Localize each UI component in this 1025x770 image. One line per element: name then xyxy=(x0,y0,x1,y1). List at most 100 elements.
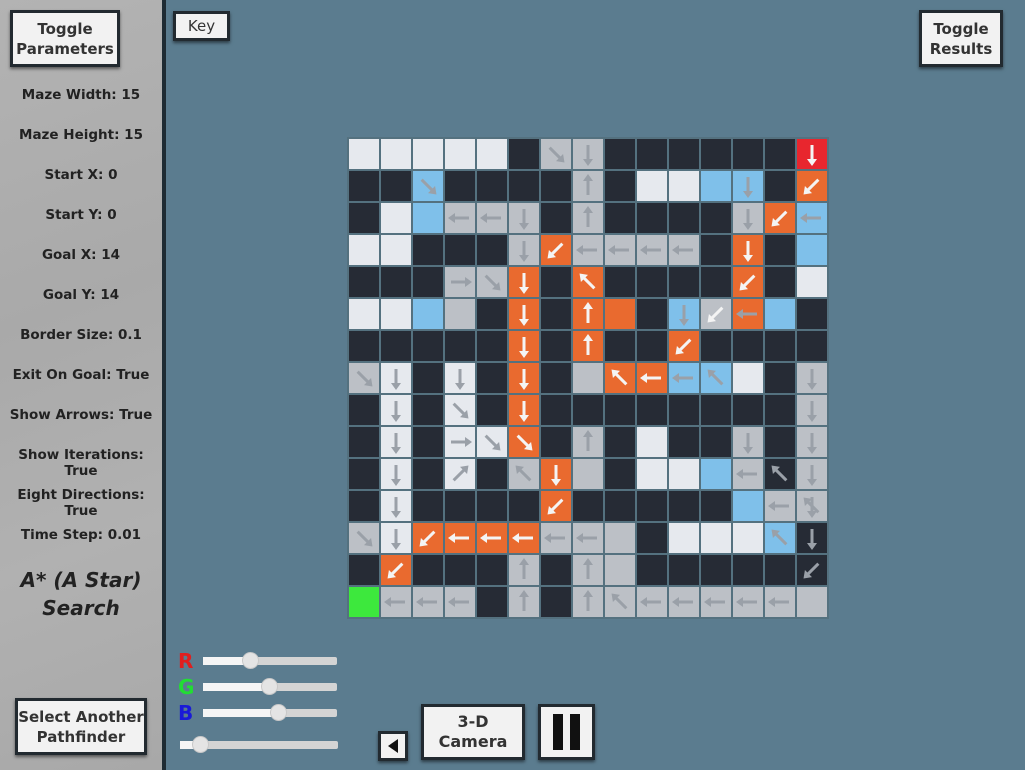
color-slider-b[interactable] xyxy=(203,704,337,721)
explored-cell xyxy=(573,555,603,585)
explored-cell xyxy=(349,363,379,393)
wall-cell xyxy=(669,267,699,297)
wall-free-cell xyxy=(381,523,411,553)
pause-icon xyxy=(552,714,580,750)
wall-cell xyxy=(541,427,571,457)
explored-cell xyxy=(733,587,763,617)
wall-free-cell xyxy=(797,267,827,297)
wall-cell xyxy=(701,395,731,425)
path-cell xyxy=(733,267,763,297)
parameter-label: Start X: 0 xyxy=(44,167,118,183)
explored-cell xyxy=(637,587,667,617)
explored-cell xyxy=(573,459,603,489)
path-cell xyxy=(541,235,571,265)
wall-free-cell xyxy=(477,139,507,169)
wall-free-cell xyxy=(349,139,379,169)
wall-free-cell xyxy=(477,427,507,457)
color-slider-r[interactable] xyxy=(203,652,337,669)
slider-knob[interactable] xyxy=(270,704,288,721)
wall-cell xyxy=(413,427,443,457)
explored-cell xyxy=(797,427,827,457)
frontier-cell xyxy=(765,299,795,329)
wall-cell xyxy=(477,491,507,521)
wall-free-cell xyxy=(381,491,411,521)
frontier-cell xyxy=(413,203,443,233)
wall-free-cell xyxy=(637,459,667,489)
wall-cell xyxy=(669,427,699,457)
path-cell xyxy=(541,491,571,521)
explored-cell xyxy=(701,587,731,617)
path-cell xyxy=(573,299,603,329)
wall-free-cell xyxy=(381,395,411,425)
frontier-cell xyxy=(701,171,731,201)
wall-cell xyxy=(701,427,731,457)
key-button[interactable]: Key xyxy=(173,11,230,41)
wall-cell xyxy=(701,267,731,297)
wall-cell xyxy=(349,427,379,457)
wall-cell xyxy=(541,299,571,329)
explored-cell xyxy=(573,363,603,393)
slider-knob[interactable] xyxy=(260,678,278,695)
wall-cell xyxy=(637,203,667,233)
speed-slider[interactable] xyxy=(180,736,338,753)
path-cell xyxy=(733,299,763,329)
3d-camera-button[interactable]: 3-D Camera xyxy=(421,704,525,760)
wall-cell xyxy=(637,523,667,553)
wall-cell xyxy=(477,171,507,201)
parameter-label: Eight Directions: True xyxy=(17,487,145,519)
frontier-cell xyxy=(669,363,699,393)
wall-cell xyxy=(381,171,411,201)
explored-cell xyxy=(765,587,795,617)
frontier-cell xyxy=(797,235,827,265)
path-cell xyxy=(573,267,603,297)
wall-free-cell xyxy=(445,459,475,489)
wall-cell xyxy=(733,395,763,425)
wall-cell xyxy=(701,555,731,585)
back-button[interactable] xyxy=(378,731,408,761)
pause-button[interactable] xyxy=(538,704,595,760)
explored-cell xyxy=(349,523,379,553)
wall-cell xyxy=(477,395,507,425)
wall-free-cell xyxy=(733,523,763,553)
wall-free-cell xyxy=(381,459,411,489)
explored-cell xyxy=(797,587,827,617)
wall-cell xyxy=(381,267,411,297)
wall-cell xyxy=(413,395,443,425)
wall-free-cell xyxy=(445,427,475,457)
wall-cell xyxy=(541,395,571,425)
wall-cell xyxy=(477,331,507,361)
wall-cell xyxy=(541,203,571,233)
frontier-cell xyxy=(797,203,827,233)
wall-cell xyxy=(701,203,731,233)
wall-cell xyxy=(701,139,731,169)
wall-cell xyxy=(701,235,731,265)
wall-cell xyxy=(669,555,699,585)
wall-cell xyxy=(541,363,571,393)
toggle-results-button[interactable]: Toggle Results xyxy=(919,10,1003,67)
explored-cell xyxy=(605,523,635,553)
wall-cell xyxy=(701,331,731,361)
explored-cell xyxy=(669,587,699,617)
algorithm-title-line2: Search xyxy=(42,596,120,620)
wall-free-cell xyxy=(413,139,443,169)
path-cell xyxy=(509,363,539,393)
slider-knob[interactable] xyxy=(241,652,259,669)
toggle-parameters-button[interactable]: Toggle Parameters xyxy=(10,10,120,67)
speed-slider-knob[interactable] xyxy=(191,736,209,753)
explored-cell xyxy=(445,267,475,297)
wall-cell xyxy=(765,555,795,585)
wall-free-cell xyxy=(381,363,411,393)
explored-cell xyxy=(573,587,603,617)
color-slider-label-r: R xyxy=(178,649,194,673)
explored-cell xyxy=(605,555,635,585)
explored-cell xyxy=(509,459,539,489)
wall-cell xyxy=(605,267,635,297)
slider-fill xyxy=(203,709,279,717)
color-slider-g[interactable] xyxy=(203,678,337,695)
algorithm-title-line1: A* (A Star) xyxy=(20,568,142,592)
wall-cell xyxy=(445,555,475,585)
path-cell xyxy=(797,171,827,201)
select-pathfinder-button[interactable]: Select Another Pathfinder xyxy=(15,698,147,755)
frontier-cell xyxy=(733,491,763,521)
path-cell xyxy=(445,523,475,553)
